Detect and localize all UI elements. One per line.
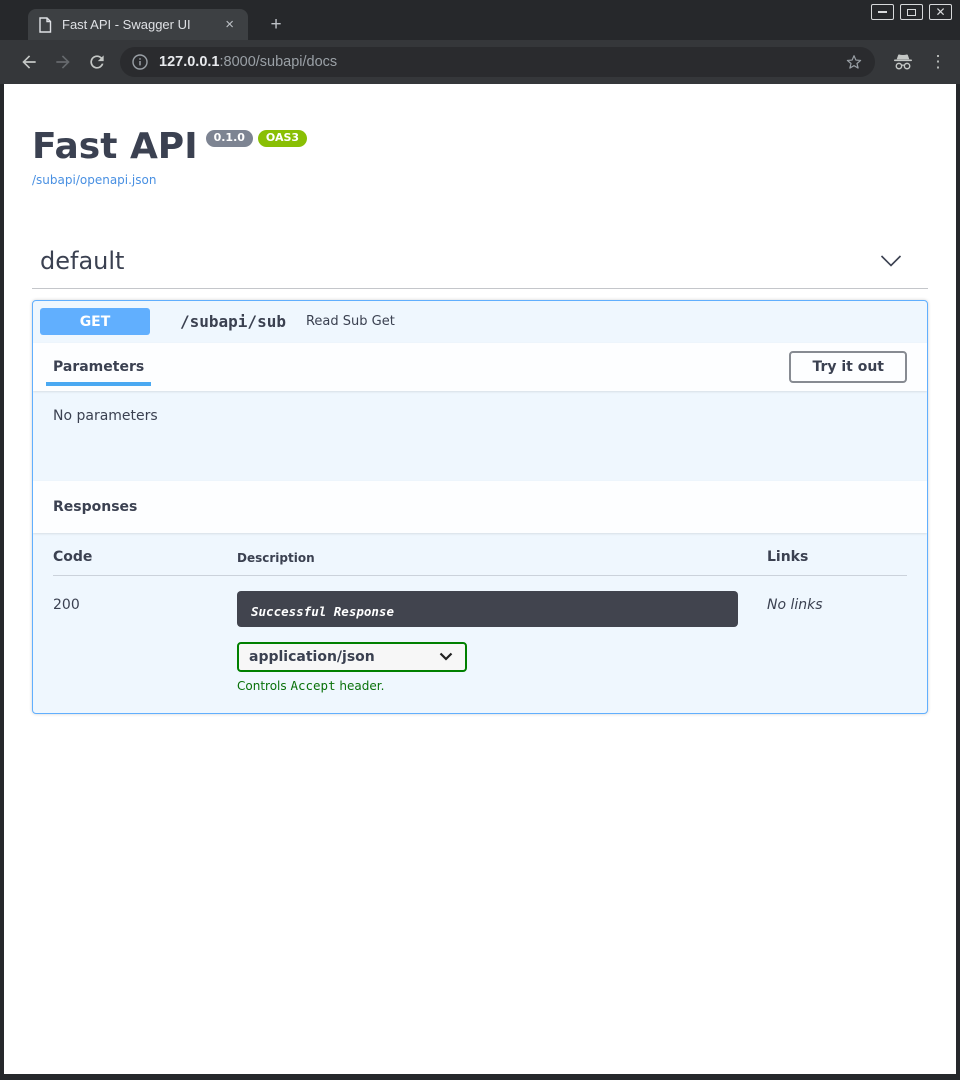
opblock-get-subapi-sub: GET /subapi/sub Read Sub Get Parameters …	[32, 300, 928, 714]
openapi-spec-link[interactable]: /subapi/openapi.json	[32, 173, 156, 187]
new-tab-button[interactable]: +	[264, 14, 288, 38]
response-description-text: Successful Response	[251, 604, 394, 619]
maximize-icon	[907, 9, 916, 16]
response-links: No links	[767, 591, 909, 613]
accept-header-note: Controls Accept header.	[237, 678, 767, 693]
responses-table-header: Code Description Links	[53, 549, 907, 576]
http-method-badge: GET	[40, 308, 150, 335]
back-icon[interactable]	[19, 52, 39, 72]
response-description-cell: Successful Response application/json	[237, 591, 767, 693]
responses-body: Code Description Links 200 Successful Re…	[33, 533, 927, 713]
media-type-wrap: application/json Controls Accept header.	[237, 642, 767, 693]
url-path: :8000/subapi/docs	[219, 54, 337, 70]
tag-header[interactable]: default	[32, 241, 928, 289]
tab-strip: Fast API - Swagger UI × + ✕	[0, 0, 960, 40]
parameters-header: Parameters Try it out	[33, 343, 927, 391]
response-code: 200	[53, 591, 237, 613]
parameters-body: No parameters	[33, 391, 927, 481]
media-type-value: application/json	[249, 649, 375, 665]
tag-name: default	[40, 247, 124, 275]
accept-note-suffix: header.	[336, 679, 385, 693]
tab-parameters[interactable]: Parameters	[53, 359, 144, 375]
media-type-select[interactable]: application/json	[237, 642, 467, 672]
api-title-text: Fast API	[32, 126, 198, 167]
try-it-out-button[interactable]: Try it out	[789, 351, 907, 383]
minimize-button[interactable]	[871, 4, 894, 20]
refresh-icon[interactable]	[87, 52, 107, 72]
api-title: Fast API 0.1.0 OAS3	[32, 128, 928, 166]
browser-window: Fast API - Swagger UI × + ✕ 127.0.0.1:80…	[0, 0, 960, 1080]
page-content: Fast API 0.1.0 OAS3 /subapi/openapi.json d…	[4, 84, 956, 1074]
chevron-down-icon[interactable]	[880, 255, 902, 267]
window-controls: ✕	[871, 4, 952, 20]
browser-toolbar: 127.0.0.1:8000/subapi/docs ⋮	[0, 40, 960, 84]
browser-menu-icon[interactable]: ⋮	[928, 52, 948, 72]
site-info-icon[interactable]	[132, 54, 148, 70]
accept-note-prefix: Controls	[237, 679, 290, 693]
tab-title: Fast API - Swagger UI	[62, 17, 221, 32]
operation-path: /subapi/sub	[180, 312, 286, 331]
tab-close-icon[interactable]: ×	[221, 16, 238, 33]
responses-header: Responses	[33, 481, 927, 533]
browser-tab[interactable]: Fast API - Swagger UI ×	[28, 9, 248, 40]
tag-section-default: default GET /subapi/sub Read Sub Get Par…	[32, 241, 928, 714]
url-host: 127.0.0.1	[159, 54, 219, 70]
bookmark-star-icon[interactable]	[845, 53, 863, 71]
url-text[interactable]: 127.0.0.1:8000/subapi/docs	[159, 54, 337, 70]
version-badge: 0.1.0	[206, 130, 253, 147]
col-header-code: Code	[53, 549, 237, 565]
swagger-ui: Fast API 0.1.0 OAS3 /subapi/openapi.json d…	[4, 128, 956, 714]
maximize-button[interactable]	[900, 4, 923, 20]
col-header-description: Description	[237, 551, 767, 565]
api-info: Fast API 0.1.0 OAS3 /subapi/openapi.json	[32, 128, 928, 188]
response-row-200: 200 Successful Response application/json	[53, 576, 907, 693]
accept-note-code: Accept	[290, 678, 335, 693]
close-window-button[interactable]: ✕	[929, 4, 952, 20]
operation-description: Read Sub Get	[306, 314, 395, 329]
address-bar[interactable]: 127.0.0.1:8000/subapi/docs	[120, 47, 875, 77]
incognito-icon	[892, 53, 914, 71]
page-favicon-icon	[38, 17, 52, 33]
no-parameters-text: No parameters	[53, 408, 158, 424]
forward-icon[interactable]	[53, 52, 73, 72]
responses-title: Responses	[53, 499, 137, 515]
minimize-icon	[878, 11, 887, 13]
response-description-box: Successful Response	[237, 591, 738, 627]
oas3-badge: OAS3	[258, 130, 307, 147]
select-chevron-icon	[439, 652, 453, 661]
col-header-links: Links	[767, 549, 909, 565]
operation-summary[interactable]: GET /subapi/sub Read Sub Get	[33, 301, 927, 343]
